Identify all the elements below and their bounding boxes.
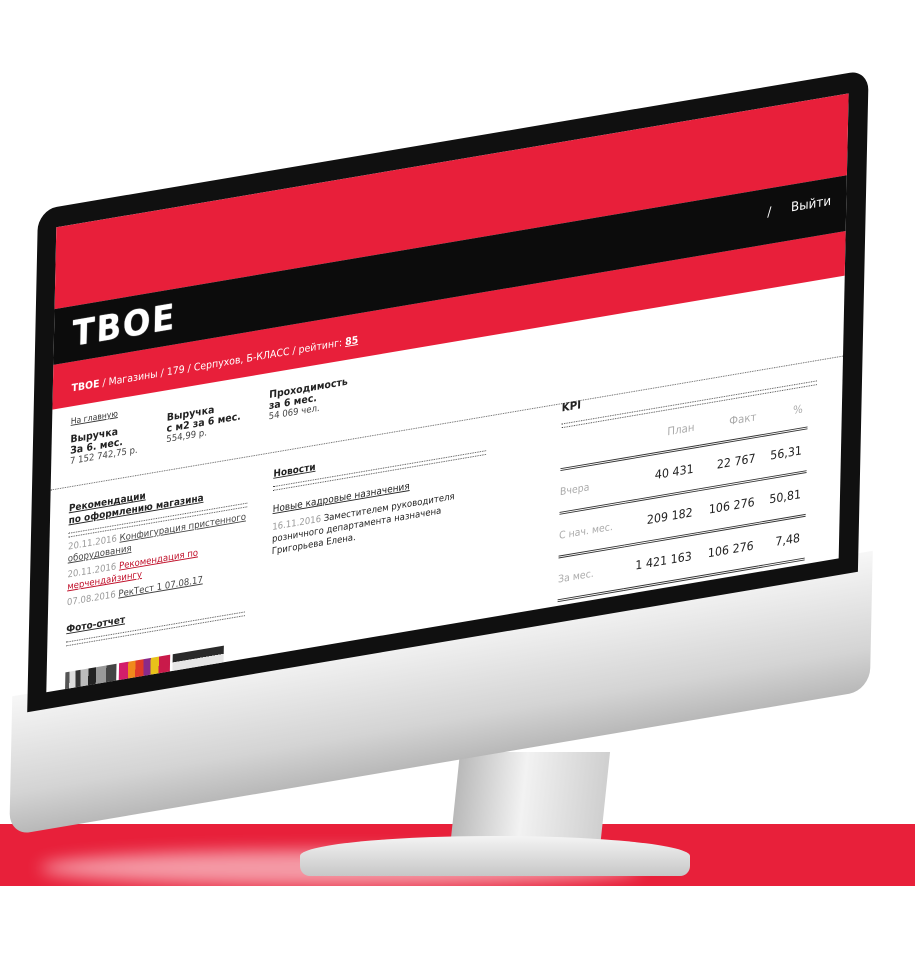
kpi-pct: 7,48 (758, 515, 806, 567)
recommendations-column: Рекомендации по оформлению магазина 20.1… (64, 473, 248, 693)
kpi-fact: 106 276 (696, 523, 760, 578)
header-separator: / (767, 204, 772, 221)
stat-revenue: Выручка За 6. мес. 7 152 742,75 р. (70, 423, 138, 468)
monitor: ТВОЕ / Выйти ТВОЕ / Магазины / 179 / Сер… (9, 52, 915, 954)
home-link[interactable]: На главную (71, 410, 118, 427)
item-date: 07.08.2016 (66, 589, 116, 609)
breadcrumb-brand[interactable]: ТВОЕ (71, 378, 99, 395)
stat-revenue-per-m2: Выручка с м2 за 6 мес. 554,99 р. (166, 400, 241, 446)
photo-thumbnail-clothes[interactable] (118, 654, 171, 693)
rating-link[interactable]: 85 (345, 334, 358, 348)
news-column: Новости Новые кадровые назначения 16.11.… (272, 433, 487, 562)
logout-link[interactable]: Выйти (791, 194, 831, 216)
kpi-panel: KPI План Факт % Вчера 40 431 22 767 56,3… (557, 358, 818, 602)
photo-thumbnail-rack[interactable] (64, 663, 117, 693)
stat-traffic: Проходимость за 6 мес. 54 069 чел. (269, 375, 348, 423)
brand-logo[interactable]: ТВОЕ (72, 296, 176, 354)
